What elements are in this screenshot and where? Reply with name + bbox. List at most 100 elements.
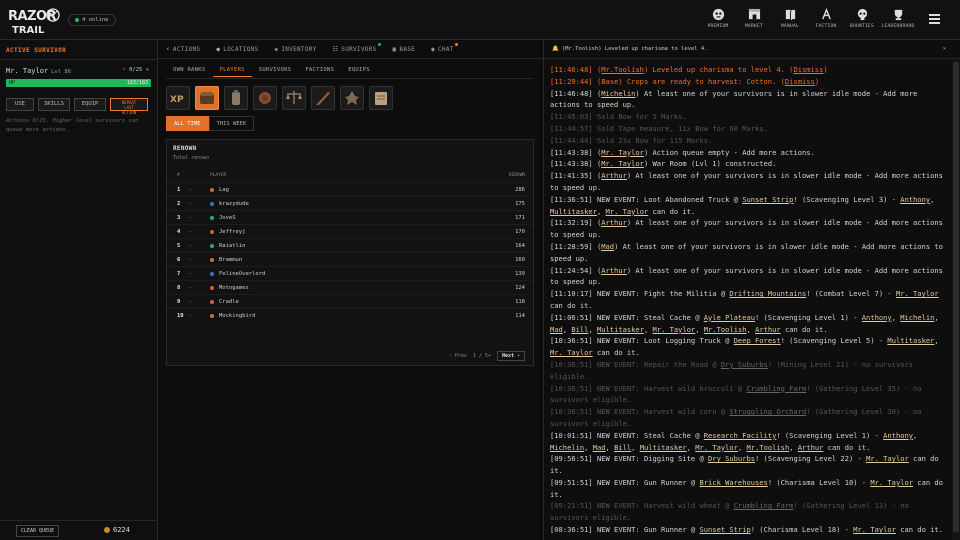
log-link[interactable]: Deep Forest (734, 336, 781, 345)
subtab-players[interactable]: PLAYERS (212, 63, 252, 77)
nav-manual[interactable]: MANUAL (772, 8, 808, 29)
use-button[interactable]: USE (6, 98, 34, 111)
chevron-right-icon[interactable]: » (146, 67, 149, 73)
log-link[interactable]: Arthur (601, 266, 627, 275)
log-link[interactable]: Ayle Plateau (704, 313, 755, 322)
nav-market[interactable]: MARKET (736, 8, 772, 29)
log-link[interactable]: Mr.Toolish (747, 443, 790, 452)
category-creature[interactable] (340, 86, 364, 110)
tab-inventory[interactable]: ◈ INVENTORY (274, 40, 316, 58)
log-link[interactable]: Research Facility (704, 431, 777, 440)
log-link[interactable]: Mr. Taylor (606, 207, 649, 216)
log-link[interactable]: Mr. Taylor (601, 159, 644, 168)
log-link[interactable]: Mr. Taylor (653, 325, 696, 334)
survivor-selector[interactable]: Mr. Taylor Lvl 86 (6, 67, 71, 75)
player-name[interactable]: Jeffreyj (219, 225, 246, 239)
category-xp[interactable]: XP (166, 86, 190, 110)
close-icon[interactable]: × (943, 40, 946, 59)
log-link[interactable]: Arthur (601, 171, 627, 180)
filter-all-time[interactable]: ALL TIME (166, 116, 209, 131)
clear-queue-button[interactable]: CLEAR QUEUE (16, 525, 60, 537)
log-link[interactable]: Multitasker (887, 336, 934, 345)
player-name[interactable]: Mockingbird (219, 309, 255, 323)
log-link[interactable]: Mad (550, 325, 563, 334)
log-link[interactable]: Multitasker (597, 325, 644, 334)
log-link[interactable]: Mr.Toolish (601, 65, 644, 74)
table-row[interactable]: 1 – Lag 286 (167, 182, 533, 196)
player-name[interactable]: Raiatlin (219, 239, 246, 253)
filter-this-week[interactable]: THIS WEEK (208, 116, 255, 131)
category-scroll[interactable] (369, 86, 393, 110)
prev-page-button[interactable]: ‹ Prev (449, 353, 467, 359)
log-link[interactable]: Mr. Taylor (866, 454, 909, 463)
log-link[interactable]: Anthony (862, 313, 892, 322)
nav-premium[interactable]: PREMIUM (700, 8, 736, 29)
skills-button[interactable]: SKILLS (38, 98, 70, 111)
nav-leaderboard[interactable]: LEADERBOARD (880, 8, 916, 29)
log-link[interactable]: Dry Suburbs (721, 360, 768, 369)
repeat-last-action-button[interactable]: REPEAT LAST ACTION (110, 98, 148, 115)
log-link[interactable]: Mr. Taylor (601, 148, 644, 157)
player-name[interactable]: Cradle (219, 295, 239, 309)
tab-survivors[interactable]: ☷ SURVIVORS (333, 40, 381, 58)
player-name[interactable]: JoveS (219, 211, 236, 225)
player-name[interactable]: Brammun (219, 253, 242, 267)
table-row[interactable]: 6 – Brammun 160 (167, 252, 533, 266)
subtab-survivors[interactable]: SURVIVORS (252, 63, 299, 77)
log-link[interactable]: Struggling Orchard (729, 407, 806, 416)
log-link[interactable]: Arthur (755, 325, 781, 334)
nav-faction[interactable]: FACTION (808, 8, 844, 29)
log-link[interactable]: Brick Warehouses (699, 478, 767, 487)
log-link[interactable]: Sunset Strip (742, 195, 793, 204)
table-row[interactable]: 10– Mockingbird 114 (167, 308, 533, 322)
log-link[interactable]: Mr. Taylor (896, 289, 939, 298)
tab-locations[interactable]: ● LOCATIONS (216, 40, 258, 58)
category-canteen[interactable] (224, 86, 248, 110)
log-link[interactable]: Dismiss (785, 77, 815, 86)
subtab-own-ranks[interactable]: OWN RANKS (166, 63, 213, 77)
log-link[interactable]: Crumbling Farm (746, 384, 806, 393)
log-link[interactable]: Michelin (601, 89, 635, 98)
log-link[interactable]: Multitasker (640, 443, 687, 452)
log-scrollbar[interactable] (952, 60, 960, 540)
subtab-factions[interactable]: FACTIONS (298, 63, 341, 77)
scroll-thumb[interactable] (953, 62, 959, 532)
log-link[interactable]: Bill (571, 325, 588, 334)
player-name[interactable]: krazydude (219, 197, 249, 211)
category-knife[interactable] (311, 86, 335, 110)
table-row[interactable]: 4 – Jeffreyj 170 (167, 224, 533, 238)
nav-bounties[interactable]: BOUNTIES (844, 8, 880, 29)
player-name[interactable]: Lag (219, 183, 229, 197)
category-coin[interactable] (253, 86, 277, 110)
log-link[interactable]: Drifting Mountains (729, 289, 806, 298)
log-link[interactable]: Arthur (601, 218, 627, 227)
table-row[interactable]: 8 – Motogames 124 (167, 280, 533, 294)
log-link[interactable]: Mad (601, 242, 614, 251)
table-row[interactable]: 9 – Cradle 118 (167, 294, 533, 308)
log-link[interactable]: Bill (614, 443, 631, 452)
log-link[interactable]: Mr. Taylor (550, 348, 593, 357)
log-link[interactable]: Mad (593, 443, 606, 452)
razor-trail-logo[interactable]: RAZOR TRAIL (6, 6, 64, 36)
menu-icon[interactable] (929, 14, 940, 24)
log-link[interactable]: Sunset Strip (699, 525, 750, 534)
tab-chat[interactable]: ◉ CHAT (431, 40, 458, 58)
log-link[interactable]: Mr.Toolish (704, 325, 747, 334)
player-name[interactable]: FelineOverlord (219, 267, 265, 281)
table-row[interactable]: 5 – Raiatlin 164 (167, 238, 533, 252)
tab-actions[interactable]: ⚡ ACTIONS (166, 40, 200, 58)
category-renown[interactable] (195, 86, 219, 110)
log-link[interactable]: Crumbling Farm (734, 501, 794, 510)
category-scales[interactable] (282, 86, 306, 110)
log-link[interactable]: Dry Suburbs (708, 454, 755, 463)
tab-base[interactable]: ▣ BASE (393, 40, 416, 58)
bell-icon[interactable]: 🔔 (552, 46, 559, 52)
player-name[interactable]: Motogames (219, 281, 249, 295)
log-link[interactable]: Mr. Taylor (870, 478, 913, 487)
log-link[interactable]: Anthony (883, 431, 913, 440)
log-link[interactable]: Mr. Taylor (695, 443, 738, 452)
table-row[interactable]: 7 – FelineOverlord 139 (167, 266, 533, 280)
log-link[interactable]: Multitasker (550, 207, 597, 216)
log-link[interactable]: Mr. Taylor (853, 525, 896, 534)
log-link[interactable]: Michelin (550, 443, 584, 452)
